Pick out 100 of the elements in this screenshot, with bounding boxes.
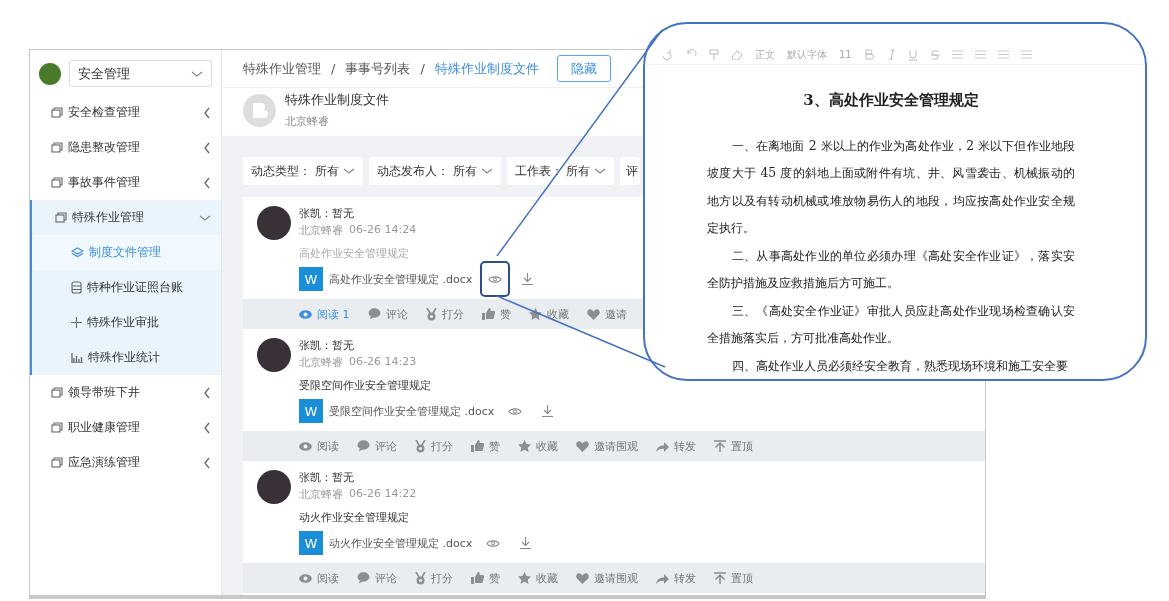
menu-item[interactable]: 职业健康管理 bbox=[30, 410, 221, 445]
action-button[interactable]: 评论 bbox=[367, 306, 408, 322]
chevron-left-icon[interactable] bbox=[203, 176, 211, 189]
chevron-down-icon[interactable] bbox=[480, 167, 493, 175]
chevron-down-icon[interactable] bbox=[199, 213, 211, 222]
hide-button[interactable]: 隐藏 bbox=[556, 55, 611, 82]
organization-name: 北京蜂睿 bbox=[299, 487, 343, 503]
action-button[interactable]: 邀请围观 bbox=[576, 570, 638, 586]
breadcrumb-link[interactable]: 特殊作业管理 bbox=[243, 59, 321, 78]
file-name[interactable]: 高处作业安全管理规定 .docx bbox=[329, 271, 473, 287]
menu-item[interactable]: 特殊作业管理 bbox=[32, 200, 221, 235]
chevron-down-icon[interactable] bbox=[191, 69, 203, 78]
menu-item[interactable]: 应急演练管理 bbox=[30, 445, 221, 480]
thumbs-up-icon bbox=[471, 572, 484, 584]
toolbar-dropdown[interactable]: 默认字体 bbox=[787, 47, 827, 62]
filter-dropdown[interactable]: 工作表： 所有 bbox=[506, 157, 615, 185]
action-button[interactable]: 转发 bbox=[656, 570, 696, 586]
plus-icon bbox=[71, 317, 82, 328]
underline-icon[interactable] bbox=[907, 48, 918, 61]
avatar-photo-placeholder bbox=[257, 338, 291, 372]
action-button[interactable]: 赞 bbox=[481, 306, 511, 322]
toolbar-dropdown[interactable]: 11 bbox=[839, 49, 852, 61]
logo-icon bbox=[39, 62, 61, 85]
filter-dropdown[interactable]: 动态发布人： 所有 bbox=[368, 157, 501, 185]
breadcrumb-link[interactable]: 事事号列表 bbox=[345, 59, 411, 78]
action-button[interactable]: 置顶 bbox=[714, 438, 753, 454]
bold-icon[interactable] bbox=[863, 48, 874, 61]
eye-icon bbox=[299, 573, 312, 583]
chevron-left-icon[interactable] bbox=[203, 421, 211, 434]
thumbs-up-icon bbox=[481, 308, 495, 320]
chevron-down-icon[interactable] bbox=[594, 167, 607, 175]
align-icon[interactable] bbox=[1020, 50, 1032, 60]
document-title: 3、高处作业安全管理规定 bbox=[802, 90, 980, 110]
action-button[interactable]: 评论 bbox=[357, 438, 397, 454]
star-icon bbox=[528, 308, 542, 320]
window-icon bbox=[51, 422, 63, 433]
align-icon[interactable] bbox=[951, 50, 963, 60]
filter-dropdown[interactable]: 动态类型： 所有 bbox=[243, 157, 363, 185]
action-button[interactable]: 置顶 bbox=[714, 570, 753, 586]
chevron-left-icon[interactable] bbox=[203, 141, 211, 154]
submenu-item[interactable]: 制度文件管理 bbox=[32, 235, 221, 270]
action-button[interactable]: 收藏 bbox=[518, 438, 558, 454]
action-button[interactable]: 收藏 bbox=[518, 570, 558, 586]
heart-icon bbox=[576, 572, 589, 584]
avatar-photo-placeholder bbox=[257, 470, 291, 504]
action-button[interactable]: 阅读 1 bbox=[299, 306, 350, 322]
medal-icon bbox=[415, 571, 426, 585]
align-icon[interactable] bbox=[997, 50, 1009, 60]
file-name[interactable]: 动火作业安全管理规定 .docx bbox=[329, 535, 473, 551]
author-name: 张凯：暂无 bbox=[299, 206, 355, 222]
chevron-left-icon[interactable] bbox=[203, 386, 211, 399]
chevron-left-icon[interactable] bbox=[203, 456, 211, 469]
pin-to-top-icon bbox=[714, 572, 726, 584]
toolbar-dropdown[interactable]: 正文 bbox=[755, 47, 775, 62]
post-time: 06-26 14:24 bbox=[349, 223, 417, 238]
highlighted-preview-button[interactable] bbox=[480, 261, 511, 297]
format-painter-icon[interactable] bbox=[709, 48, 719, 61]
action-button[interactable]: 赞 bbox=[471, 570, 500, 586]
action-button[interactable]: 转发 bbox=[656, 438, 696, 454]
select-value: 安全管理 bbox=[78, 64, 130, 83]
eye-icon bbox=[486, 538, 501, 548]
database-icon bbox=[71, 281, 82, 294]
author-name: 张凯：暂无 bbox=[299, 470, 355, 486]
menu-item[interactable]: 事故事件管理 bbox=[30, 165, 221, 200]
eraser-icon[interactable] bbox=[731, 49, 743, 60]
medal-icon bbox=[425, 307, 437, 321]
action-button[interactable]: 赞 bbox=[471, 438, 500, 454]
menu-item[interactable]: 领导带班下井 bbox=[30, 375, 221, 410]
eye-icon bbox=[299, 441, 312, 451]
file-name[interactable]: 受限空间作业安全管理规定 .docx bbox=[329, 403, 495, 419]
undo-icon[interactable] bbox=[661, 48, 673, 61]
action-button[interactable]: 邀请 bbox=[586, 306, 627, 322]
action-button[interactable]: 打分 bbox=[425, 306, 464, 322]
submenu-item[interactable]: 特殊作业统计 bbox=[32, 340, 221, 375]
document-paragraph: 一、在离地面 2 米以上的作业为高处作业，2 米以下但作业地段坡度大于 45 度的斜地上面或附件有坑、井、风雪袭击、机械振动的地方以及有转动机械或堆放物易伤人的地段，均应按高处作业安全规定执行。 bbox=[707, 136, 1075, 237]
star-icon bbox=[518, 572, 531, 584]
align-icon[interactable] bbox=[974, 50, 986, 60]
breadcrumb-separator: / bbox=[331, 61, 336, 76]
action-button[interactable]: 评论 bbox=[357, 570, 397, 586]
action-button[interactable]: 阅读 bbox=[299, 570, 339, 586]
organization-name: 北京蜂睿 bbox=[299, 223, 343, 239]
menu-item[interactable]: 隐患整改管理 bbox=[30, 130, 221, 165]
submenu-item[interactable]: 特种作业证照台账 bbox=[32, 270, 221, 305]
action-button[interactable]: 阅读 bbox=[299, 438, 339, 454]
strikethrough-icon[interactable] bbox=[929, 48, 940, 61]
chevron-left-icon[interactable] bbox=[203, 106, 211, 119]
breadcrumb-link[interactable]: 特殊作业制度文件 bbox=[434, 59, 539, 78]
chevron-down-icon[interactable] bbox=[342, 167, 355, 175]
download-icon bbox=[541, 405, 553, 417]
submenu-item[interactable]: 特殊作业审批 bbox=[32, 305, 221, 340]
action-button[interactable]: 邀请围观 bbox=[576, 438, 638, 454]
action-button[interactable]: 打分 bbox=[415, 570, 453, 586]
logo-icon bbox=[243, 93, 276, 127]
filter-dropdown[interactable]: 评 bbox=[620, 157, 641, 185]
avatar-photo-placeholder bbox=[257, 206, 291, 240]
menu-item[interactable]: 安全检查管理 bbox=[30, 95, 221, 130]
action-button[interactable]: 收藏 bbox=[528, 306, 569, 322]
download-icon bbox=[519, 537, 531, 549]
action-button[interactable]: 打分 bbox=[415, 438, 453, 454]
module-select[interactable]: 安全管理 bbox=[69, 60, 212, 87]
